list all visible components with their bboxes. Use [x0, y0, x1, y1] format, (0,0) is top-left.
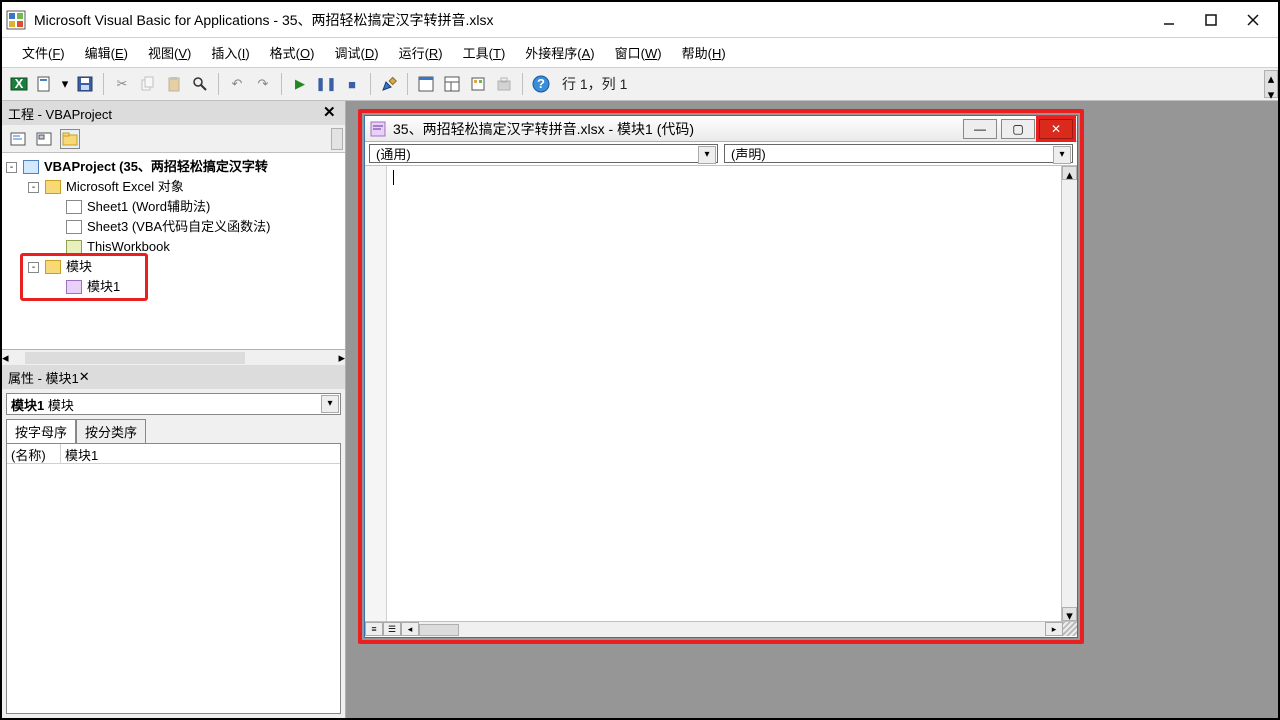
menu-format[interactable]: 格式(O) — [260, 39, 325, 66]
toggle-folders-icon[interactable] — [60, 129, 80, 149]
reset-icon[interactable]: ■ — [341, 73, 363, 95]
run-icon[interactable]: ▶ — [289, 73, 311, 95]
project-scroll[interactable] — [331, 128, 343, 150]
toolbar-overflow[interactable]: ▴▾ — [1264, 70, 1278, 98]
chevron-down-icon[interactable]: ▾ — [698, 146, 716, 164]
collapse-icon[interactable]: - — [28, 182, 39, 193]
save-icon[interactable] — [74, 73, 96, 95]
app-icon — [6, 10, 26, 30]
code-vscroll[interactable]: ▴▾ — [1061, 166, 1077, 621]
code-editor[interactable] — [387, 166, 1061, 621]
menu-help[interactable]: 帮助(H) — [672, 39, 736, 66]
menu-insert[interactable]: 插入(I) — [201, 39, 259, 66]
menu-window[interactable]: 窗口(W) — [605, 39, 672, 66]
properties-object-selector[interactable]: 模块1 模块 ▾ — [6, 393, 341, 415]
view-code-icon[interactable] — [8, 129, 28, 149]
view-object-icon[interactable] — [34, 129, 54, 149]
menu-addins[interactable]: 外接程序(A) — [515, 39, 604, 66]
menu-edit[interactable]: 编辑(E) — [75, 39, 138, 66]
find-icon[interactable] — [189, 73, 211, 95]
close-button[interactable] — [1232, 5, 1274, 35]
menu-view[interactable]: 视图(V) — [138, 39, 201, 66]
title-bar: Microsoft Visual Basic for Applications … — [2, 2, 1278, 38]
vbaproject-icon — [23, 160, 39, 174]
properties-panel-title: 属性 - 模块1 ✕ — [2, 365, 345, 389]
text-cursor — [393, 170, 394, 185]
redo-icon[interactable]: ↷ — [252, 73, 274, 95]
procedure-view-icon[interactable]: ≡ — [365, 622, 383, 636]
project-tree[interactable]: -VBAProject (35、两招轻松搞定汉字转 -Microsoft Exc… — [2, 153, 345, 349]
chevron-down-icon[interactable]: ▾ — [1053, 146, 1071, 164]
svg-text:?: ? — [537, 76, 545, 91]
tree-sheet3[interactable]: Sheet3 (VBA代码自定义函数法) — [87, 217, 271, 237]
break-icon[interactable]: ❚❚ — [315, 73, 337, 95]
property-row: (名称) 模块1 — [7, 444, 340, 464]
code-window-maximize-button[interactable]: ▢ — [1001, 119, 1035, 139]
workbook-icon — [66, 240, 82, 254]
procedure-combobox[interactable]: (声明)▾ — [724, 144, 1073, 163]
collapse-icon[interactable]: - — [6, 162, 17, 173]
module-icon — [369, 120, 387, 138]
copy-icon[interactable] — [137, 73, 159, 95]
hscroll-right-icon[interactable]: ▸ — [1045, 622, 1063, 636]
code-window-highlight: 35、两招轻松搞定汉字转拼音.xlsx - 模块1 (代码) — ▢ ✕ (通用… — [358, 109, 1084, 644]
tab-categorized[interactable]: 按分类序 — [76, 419, 146, 443]
mdi-area: 35、两招轻松搞定汉字转拼音.xlsx - 模块1 (代码) — ▢ ✕ (通用… — [346, 101, 1278, 718]
tree-vbaproject[interactable]: VBAProject (35、两招轻松搞定汉字转 — [44, 157, 268, 177]
cursor-position-status: 行 1，列 1 — [562, 74, 627, 94]
window-title: Microsoft Visual Basic for Applications … — [34, 10, 1148, 30]
view-excel-icon[interactable]: X — [8, 73, 30, 95]
resize-grip-icon[interactable] — [1063, 622, 1077, 636]
sheet-icon — [66, 200, 82, 214]
insert-dropdown-icon[interactable] — [34, 73, 56, 95]
chevron-down-icon[interactable]: ▾ — [321, 395, 339, 413]
insert-dropdown-arrow[interactable]: ▾ — [60, 73, 70, 95]
property-value[interactable]: 模块1 — [61, 444, 340, 463]
folder-icon — [45, 180, 61, 194]
project-toolbar — [2, 125, 345, 153]
minimize-button[interactable] — [1148, 5, 1190, 35]
menu-tools[interactable]: 工具(T) — [453, 39, 516, 66]
full-module-view-icon[interactable]: ☰ — [383, 622, 401, 636]
menu-run[interactable]: 运行(R) — [389, 39, 453, 66]
menu-file[interactable]: 文件(F) — [12, 39, 75, 66]
project-panel-close-icon[interactable]: ✕ — [323, 103, 341, 121]
project-panel-title: 工程 - VBAProject ✕ — [2, 101, 345, 125]
paste-icon[interactable] — [163, 73, 185, 95]
project-explorer-icon[interactable] — [415, 73, 437, 95]
tree-sheet1[interactable]: Sheet1 (Word辅助法) — [87, 197, 210, 217]
properties-window-icon[interactable] — [441, 73, 463, 95]
code-window-titlebar[interactable]: 35、两招轻松搞定汉字转拼音.xlsx - 模块1 (代码) — ▢ ✕ — [365, 116, 1077, 142]
design-mode-icon[interactable] — [378, 73, 400, 95]
svg-text:X: X — [15, 76, 24, 91]
code-hscroll[interactable] — [419, 622, 1045, 637]
hscroll-left-icon[interactable]: ◂ — [401, 622, 419, 636]
tree-excel-objects[interactable]: Microsoft Excel 对象 — [66, 177, 184, 197]
toolbar: X ▾ ✂ ↶ ↷ ▶ ❚❚ ■ ? 行 1，列 1 ▴▾ — [2, 68, 1278, 101]
code-window-title: 35、两招轻松搞定汉字转拼音.xlsx - 模块1 (代码) — [393, 119, 959, 139]
maximize-button[interactable] — [1190, 5, 1232, 35]
properties-panel-close-icon[interactable]: ✕ — [79, 369, 90, 385]
menu-bar: 文件(F) 编辑(E) 视图(V) 插入(I) 格式(O) 调试(D) 运行(R… — [2, 38, 1278, 68]
object-combobox[interactable]: (通用)▾ — [369, 144, 718, 163]
code-window: 35、两招轻松搞定汉字转拼音.xlsx - 模块1 (代码) — ▢ ✕ (通用… — [364, 115, 1078, 638]
code-margin — [365, 166, 387, 621]
help-icon[interactable]: ? — [530, 73, 552, 95]
code-window-minimize-button[interactable]: — — [963, 119, 997, 139]
code-window-close-button[interactable]: ✕ — [1039, 119, 1073, 139]
sheet-icon — [66, 220, 82, 234]
highlight-modules — [20, 253, 148, 301]
toolbox-icon[interactable] — [493, 73, 515, 95]
project-hscroll[interactable]: ◂▸ — [2, 349, 345, 365]
property-name: (名称) — [7, 444, 61, 463]
cut-icon[interactable]: ✂ — [111, 73, 133, 95]
object-browser-icon[interactable] — [467, 73, 489, 95]
menu-debug[interactable]: 调试(D) — [324, 39, 388, 66]
undo-icon[interactable]: ↶ — [226, 73, 248, 95]
properties-grid[interactable]: (名称) 模块1 — [6, 443, 341, 714]
tab-alphabetic[interactable]: 按字母序 — [6, 419, 76, 443]
